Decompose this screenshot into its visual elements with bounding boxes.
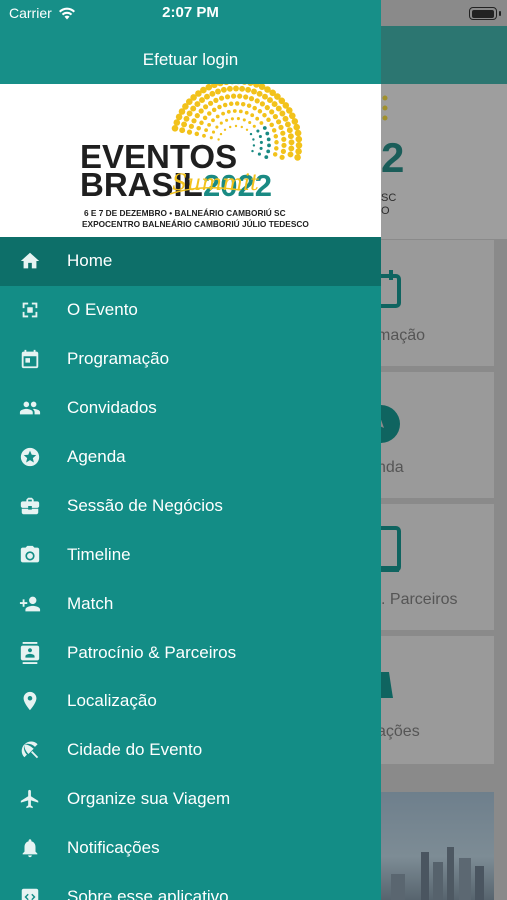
star-icon [381,405,400,443]
menu-item-label: Home [67,251,113,271]
location-icon [19,690,41,712]
menu-item-12[interactable]: Notificações [0,824,381,873]
calendar-icon [381,270,401,308]
match-icon [19,593,41,615]
menu-item-label: Sobre esse aplicativo [67,887,229,900]
background-card-label: mação [377,327,426,344]
dots-decoration [382,95,388,121]
logo-script: Summit [172,171,259,196]
background-card-programacao: mação [377,240,494,366]
menu-item-label: Notificações [67,838,160,858]
home-icon [19,250,41,272]
event-banner: EVENTOS BRASIL 2022 Summit 6 E 7 DE DEZE… [0,77,381,237]
menu-item-9[interactable]: Localização [0,677,381,726]
menu-item-6[interactable]: Timeline [0,530,381,579]
background-card-agenda: nda [377,372,494,498]
bell-icon [19,837,41,859]
menu-item-label: Localização [67,691,157,711]
background-sc-fragment: SC O [381,192,397,217]
background-card-label-text: Parceiros [389,591,458,608]
background-card-parceiros: . Parceiros [381,504,494,630]
menu-item-label: Patrocínio & Parceiros [67,642,237,662]
menu-item-8[interactable]: Patrocínio & Parceiros [0,628,381,677]
star-icon [19,446,41,468]
menu-item-3[interactable]: Convidados [0,384,381,433]
background-card-label: nda [377,459,404,476]
logo-venue-line: EXPOCENTRO BALNEÁRIO CAMBORIÚ JÚLIO TEDE… [82,218,309,229]
menu-item-1[interactable]: O Evento [0,286,381,335]
airplane-icon [19,788,41,810]
background-year-fragment: 2 [381,134,405,181]
event-logo: EVENTOS BRASIL 2022 Summit 6 E 7 DE DEZE… [80,77,309,229]
menu-item-label: Timeline [67,544,131,564]
menu-item-7[interactable]: Match [0,579,381,628]
menu-item-label: Organize sua Viagem [67,789,231,809]
menu-item-label: Agenda [67,447,126,466]
contact-icon [19,641,41,664]
drawer-menu: Home O Evento Programação Convidados Agenda S… [0,237,381,900]
menu-item-13[interactable]: Sobre esse aplicativo [0,873,381,900]
menu-item-4[interactable]: Agenda [0,433,381,482]
calendar-icon [19,348,41,370]
background-card-label: . Parceiros [381,591,458,608]
status-bar: Carrier 2:07 PM [0,0,507,26]
menu-item-label: Cidade do Evento [67,740,203,760]
login-button[interactable]: Efetuar login [0,50,381,70]
menu-item-label: Match [67,593,114,613]
menu-item-2[interactable]: Programação [0,335,381,384]
clock: 2:07 PM [162,4,219,21]
menu-item-label: O Evento [67,300,138,320]
logo-date-line: 6 E 7 DE DEZEMBRO • BALNEÁRIO CAMBORIÚ S… [84,207,286,218]
code-icon [19,886,41,900]
briefcase-icon [19,495,41,517]
beach-icon [19,739,41,761]
event-icon [19,299,41,321]
menu-item-label: Programação [67,349,170,369]
background-header [381,26,507,84]
battery-icon [469,7,501,20]
background-app[interactable]: 2 SC O mação nda . Parceiros ações [377,0,507,900]
menu-item-label: Convidados [67,398,157,418]
camera-icon [19,544,41,566]
background-city-photo [381,792,494,900]
background-card-label: ações [377,723,420,740]
contact-icon [381,526,401,572]
menu-item-0[interactable]: Home [0,237,381,286]
bell-icon [381,672,393,698]
menu-item-10[interactable]: Cidade do Evento [0,726,381,775]
background-card-notificacoes: ações [377,636,494,764]
menu-item-5[interactable]: Sessão de Negócios [0,481,381,530]
menu-item-11[interactable]: Organize sua Viagem [0,775,381,824]
navigation-drawer: Efetuar login EVENTOS BRASIL 2022 Summit… [0,0,381,900]
background-banner: 2 SC O [381,84,507,239]
menu-item-label: Sessão de Negócios [67,495,223,515]
people-icon [19,397,41,419]
